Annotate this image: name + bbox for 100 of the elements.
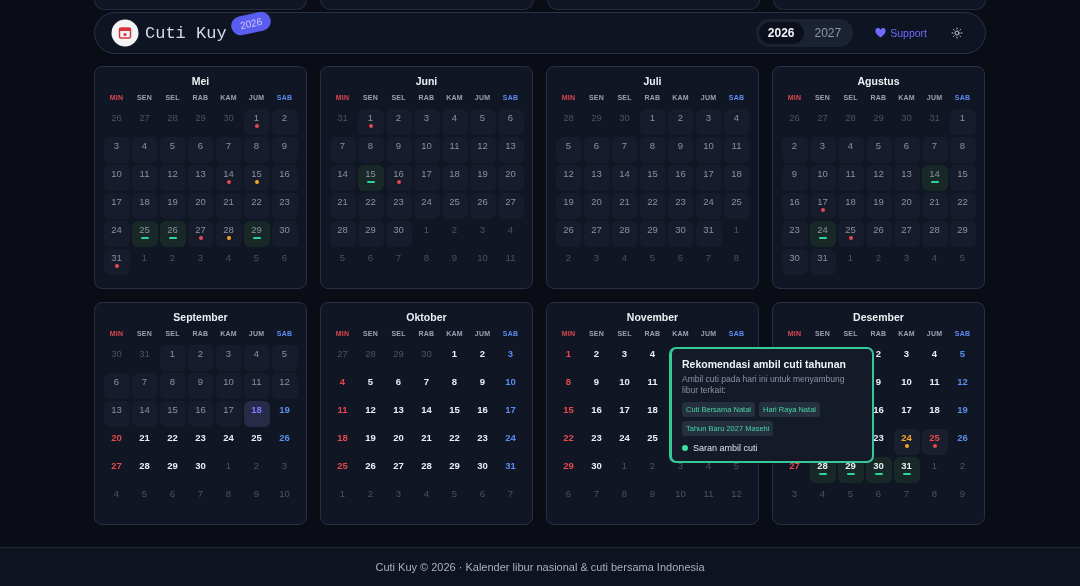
- day-cell[interactable]: 19: [949, 401, 976, 427]
- day-cell[interactable]: 3: [103, 137, 130, 163]
- day-cell[interactable]: 3: [695, 109, 722, 135]
- day-cell[interactable]: 6: [893, 137, 920, 163]
- day-cell[interactable]: 28: [215, 221, 242, 247]
- day-cell[interactable]: 19: [555, 193, 582, 219]
- day-cell[interactable]: 18: [441, 165, 468, 191]
- day-cell[interactable]: 12: [357, 401, 384, 427]
- day-cell[interactable]: 30: [781, 249, 808, 275]
- day-cell[interactable]: 24: [215, 429, 242, 455]
- day-cell[interactable]: 23: [271, 193, 298, 219]
- day-cell[interactable]: 8: [639, 137, 666, 163]
- day-cell[interactable]: 11: [243, 373, 270, 399]
- day-cell[interactable]: 31: [497, 457, 524, 483]
- day-cell[interactable]: 24: [809, 221, 836, 247]
- day-cell[interactable]: 13: [103, 401, 130, 427]
- day-cell[interactable]: 5: [159, 137, 186, 163]
- day-cell[interactable]: 20: [893, 193, 920, 219]
- day-cell[interactable]: 9: [583, 373, 610, 399]
- day-cell[interactable]: 1: [159, 345, 186, 371]
- day-cell[interactable]: 7: [215, 137, 242, 163]
- day-cell[interactable]: 25: [329, 457, 356, 483]
- day-cell[interactable]: 12: [555, 165, 582, 191]
- day-cell[interactable]: 3: [611, 345, 638, 371]
- day-cell[interactable]: 10: [497, 373, 524, 399]
- day-cell[interactable]: 17: [103, 193, 130, 219]
- day-cell[interactable]: 24: [497, 429, 524, 455]
- day-cell[interactable]: 28: [329, 221, 356, 247]
- day-cell[interactable]: 17: [611, 401, 638, 427]
- day-cell[interactable]: 11: [837, 165, 864, 191]
- day-cell[interactable]: 19: [469, 165, 496, 191]
- day-cell[interactable]: 19: [271, 401, 298, 427]
- day-cell[interactable]: 17: [497, 401, 524, 427]
- day-cell[interactable]: 19: [159, 193, 186, 219]
- day-cell[interactable]: 22: [639, 193, 666, 219]
- day-cell[interactable]: 31: [809, 249, 836, 275]
- day-cell[interactable]: 12: [469, 137, 496, 163]
- day-cell[interactable]: 16: [781, 193, 808, 219]
- day-cell[interactable]: 2: [385, 109, 412, 135]
- day-cell[interactable]: 6: [103, 373, 130, 399]
- day-cell[interactable]: 16: [667, 165, 694, 191]
- day-cell[interactable]: 2: [469, 345, 496, 371]
- day-cell[interactable]: 15: [243, 165, 270, 191]
- day-cell[interactable]: 21: [329, 193, 356, 219]
- day-cell[interactable]: 21: [131, 429, 158, 455]
- day-cell[interactable]: 14: [329, 165, 356, 191]
- day-cell[interactable]: 26: [865, 221, 892, 247]
- day-cell[interactable]: 17: [809, 193, 836, 219]
- day-cell[interactable]: 27: [893, 221, 920, 247]
- day-cell[interactable]: 21: [611, 193, 638, 219]
- day-cell[interactable]: 27: [187, 221, 214, 247]
- day-cell[interactable]: 10: [809, 165, 836, 191]
- day-cell[interactable]: 4: [131, 137, 158, 163]
- day-cell[interactable]: 27: [497, 193, 524, 219]
- day-cell[interactable]: 14: [413, 401, 440, 427]
- day-cell[interactable]: 26: [357, 457, 384, 483]
- day-cell[interactable]: 10: [413, 137, 440, 163]
- day-cell[interactable]: 5: [469, 109, 496, 135]
- day-cell[interactable]: 24: [611, 429, 638, 455]
- day-cell[interactable]: 20: [187, 193, 214, 219]
- day-cell[interactable]: 26: [949, 429, 976, 455]
- day-cell[interactable]: 9: [781, 165, 808, 191]
- day-cell[interactable]: 19: [357, 429, 384, 455]
- day-cell[interactable]: 26: [271, 429, 298, 455]
- support-link[interactable]: Support: [875, 27, 927, 39]
- day-cell[interactable]: 25: [441, 193, 468, 219]
- day-cell[interactable]: 8: [243, 137, 270, 163]
- day-cell[interactable]: 2: [781, 137, 808, 163]
- day-cell[interactable]: 1: [639, 109, 666, 135]
- theme-toggle-button[interactable]: [951, 27, 963, 39]
- day-cell[interactable]: 18: [329, 429, 356, 455]
- day-cell[interactable]: 21: [413, 429, 440, 455]
- day-cell[interactable]: 28: [921, 221, 948, 247]
- day-cell[interactable]: 10: [215, 373, 242, 399]
- day-cell[interactable]: 22: [243, 193, 270, 219]
- day-cell[interactable]: 5: [555, 137, 582, 163]
- day-cell[interactable]: 20: [103, 429, 130, 455]
- day-cell[interactable]: 3: [413, 109, 440, 135]
- day-cell[interactable]: 29: [243, 221, 270, 247]
- day-cell[interactable]: 25: [131, 221, 158, 247]
- day-cell[interactable]: 29: [159, 457, 186, 483]
- day-cell[interactable]: 2: [187, 345, 214, 371]
- day-cell[interactable]: 9: [469, 373, 496, 399]
- day-cell[interactable]: 18: [723, 165, 750, 191]
- day-cell[interactable]: 31: [103, 249, 130, 275]
- day-cell[interactable]: 15: [441, 401, 468, 427]
- day-cell[interactable]: 4: [441, 109, 468, 135]
- day-cell[interactable]: 8: [159, 373, 186, 399]
- day-cell[interactable]: 3: [893, 345, 920, 371]
- day-cell[interactable]: 4: [639, 345, 666, 371]
- day-cell[interactable]: 1: [441, 345, 468, 371]
- day-cell[interactable]: 22: [949, 193, 976, 219]
- day-cell[interactable]: 7: [921, 137, 948, 163]
- day-cell[interactable]: 13: [385, 401, 412, 427]
- day-cell[interactable]: 18: [921, 401, 948, 427]
- day-cell[interactable]: 29: [357, 221, 384, 247]
- day-cell[interactable]: 22: [357, 193, 384, 219]
- day-cell[interactable]: 29: [555, 457, 582, 483]
- day-cell[interactable]: 18: [243, 401, 270, 427]
- day-cell[interactable]: 8: [949, 137, 976, 163]
